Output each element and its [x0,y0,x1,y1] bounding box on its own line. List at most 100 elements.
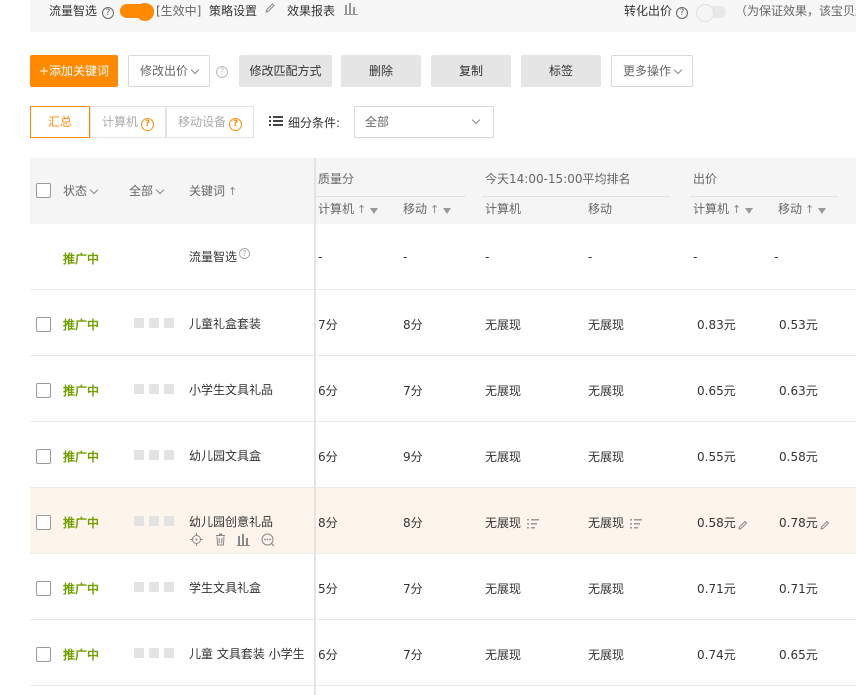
tab-mobile[interactable]: 移动设备? [166,106,254,138]
trash-icon[interactable] [214,533,227,546]
delete-button[interactable]: 删除 [341,55,421,87]
bid-pc-header[interactable]: 计算机 ↑ [693,200,754,217]
filter-select[interactable]: 全部 [354,106,494,138]
status-column-filter[interactable]: 状态 [63,182,99,199]
tag-button[interactable]: 标签 [521,55,601,87]
target-icon[interactable] [190,533,203,546]
table-row[interactable]: 推广中 儿童礼盒套装 7分 8分 无展现 无展现 0.83元 0.53元 [30,290,856,356]
quality-pc: - [318,250,323,264]
rank-mobile: 无展现 [588,648,625,662]
help-icon[interactable]: ? [676,3,688,19]
row-checkbox[interactable] [36,581,51,596]
chevron-down-icon [155,185,165,195]
bid-mobile: 0.71元 [779,582,818,596]
rank-detail-icon[interactable] [527,518,540,530]
quality-mobile: - [403,250,408,264]
rank-mobile: 无展现 [588,582,625,596]
traffic-smart-label: 流量智选 [49,4,98,18]
help-icon[interactable]: ? [216,63,228,78]
edit-icon[interactable] [738,519,748,530]
table-row[interactable]: 推广中 小学生文具礼品 6分 7分 无展现 无展现 0.65元 0.63元 [30,356,856,422]
filter-icon [818,208,827,214]
chevron-down-icon [471,115,481,125]
all-column-filter[interactable]: 全部 [129,182,165,199]
traffic-smart-toggle[interactable] [120,3,154,21]
conversion-bid-toggle[interactable] [696,4,726,22]
edit-icon[interactable] [264,2,276,18]
tab-pc-label: 计算机 [101,115,138,129]
status-badge: 推广中 [63,252,100,266]
bid-mobile[interactable]: 0.78元 [779,514,830,531]
tab-pc[interactable]: 计算机? [90,106,166,138]
bid-mobile: 0.63元 [779,384,818,398]
sort-up-icon: ↑ [228,185,238,198]
table-row[interactable]: 推广中 幼儿园文具盒 6分 9分 无展现 无展现 0.55元 0.58元 [30,422,856,488]
placeholder-icon [149,516,159,526]
keyword-cell[interactable]: 儿童 文具套装 小学生 [189,645,305,662]
select-all-checkbox[interactable] [36,183,51,198]
keyword-cell[interactable]: 流量智选? [189,248,251,265]
status-badge: 推广中 [63,516,100,530]
row-checkbox[interactable] [36,383,51,398]
placeholder-icon [134,318,144,328]
rank-pc: 无展现 [485,648,522,662]
add-keyword-button[interactable]: +添加关键词 [30,55,118,87]
rank-mobile: 无展现 [588,450,625,464]
notice-text: （为保证效果，该宝贝运 [735,4,856,18]
row-checkbox[interactable] [36,515,51,530]
quality-pc: 7分 [318,318,338,332]
table-row[interactable]: 推广中 儿童 文具套装 小学生 6分 7分 无展现 无展现 0.74元 0.65… [30,620,856,686]
bar-chart-icon[interactable] [237,533,250,546]
modify-match-button[interactable]: 修改匹配方式 [239,55,332,87]
rank-detail-icon[interactable] [630,518,643,530]
help-icon[interactable]: ? [229,118,242,131]
keyword-cell[interactable]: 儿童礼盒套装 [189,315,261,332]
more-ops-label: 更多操作 [622,64,671,78]
quality-pc: 8分 [318,516,338,530]
rank-pc: 无展现 [485,450,522,464]
bid-mobile-header[interactable]: 移动 ↑ [778,200,827,217]
strategy-link[interactable]: 策略设置 [209,3,257,19]
rank-pc: - [485,250,490,264]
tab-summary[interactable]: 汇总 [30,106,90,138]
more-ops-dropdown[interactable]: 更多操作 [611,55,693,87]
placeholder-icon [164,450,174,460]
row-checkbox[interactable] [36,647,51,662]
help-icon[interactable]: ? [102,3,114,19]
report-link[interactable]: 效果报表 [287,3,335,19]
sort-up-icon: ↑ [430,203,440,216]
help-icon[interactable]: ? [141,118,154,131]
keyword-column-header[interactable]: 关键词 ↑ [189,182,237,199]
quality-mobile: 9分 [403,450,423,464]
quality-pc-header[interactable]: 计算机 ↑ [318,200,379,217]
bid-mobile: - [774,250,779,264]
table-row[interactable]: 推广中 学生文具礼盒 5分 7分 无展现 无展现 0.71元 0.71元 [30,554,856,620]
rank-pc: 无展现 [485,582,522,596]
sort-up-icon: ↑ [805,203,815,216]
bar-chart-icon[interactable] [344,2,358,18]
modify-bid-dropdown[interactable]: 修改出价 [128,55,210,87]
keyword-cell[interactable]: 学生文具礼盒 [189,579,261,596]
status-badge: 推广中 [63,384,100,398]
rank-mobile: - [588,250,593,264]
keyword-cell[interactable]: 幼儿园文具盒 [189,447,261,464]
placeholder-icon [134,516,144,526]
status-badge: 推广中 [63,648,100,662]
filter-icon [443,208,452,214]
row-checkbox[interactable] [36,317,51,332]
rank-pc: 无展现 [485,318,522,332]
table-row[interactable]: 推广中 幼儿园创意礼品 8分 8分 无展现 无展现 0.58元 0.78元 [30,488,856,554]
keyword-cell[interactable]: 小学生文具礼品 [189,381,273,398]
rank-pc: 无展现 [485,384,522,398]
table-row[interactable]: 推广中 流量智选? - - - - - - [30,224,856,290]
edit-icon[interactable] [820,519,830,530]
more-icon[interactable] [261,533,275,547]
keyword-cell[interactable]: 幼儿园创意礼品 [189,513,273,530]
bid-pc: 0.83元 [697,318,736,332]
placeholder-icon [134,582,144,592]
placeholder-icon [149,648,159,658]
copy-button[interactable]: 复制 [431,55,511,87]
quality-mobile-header[interactable]: 移动 ↑ [403,200,452,217]
row-checkbox[interactable] [36,449,51,464]
bid-pc[interactable]: 0.58元 [697,514,748,531]
